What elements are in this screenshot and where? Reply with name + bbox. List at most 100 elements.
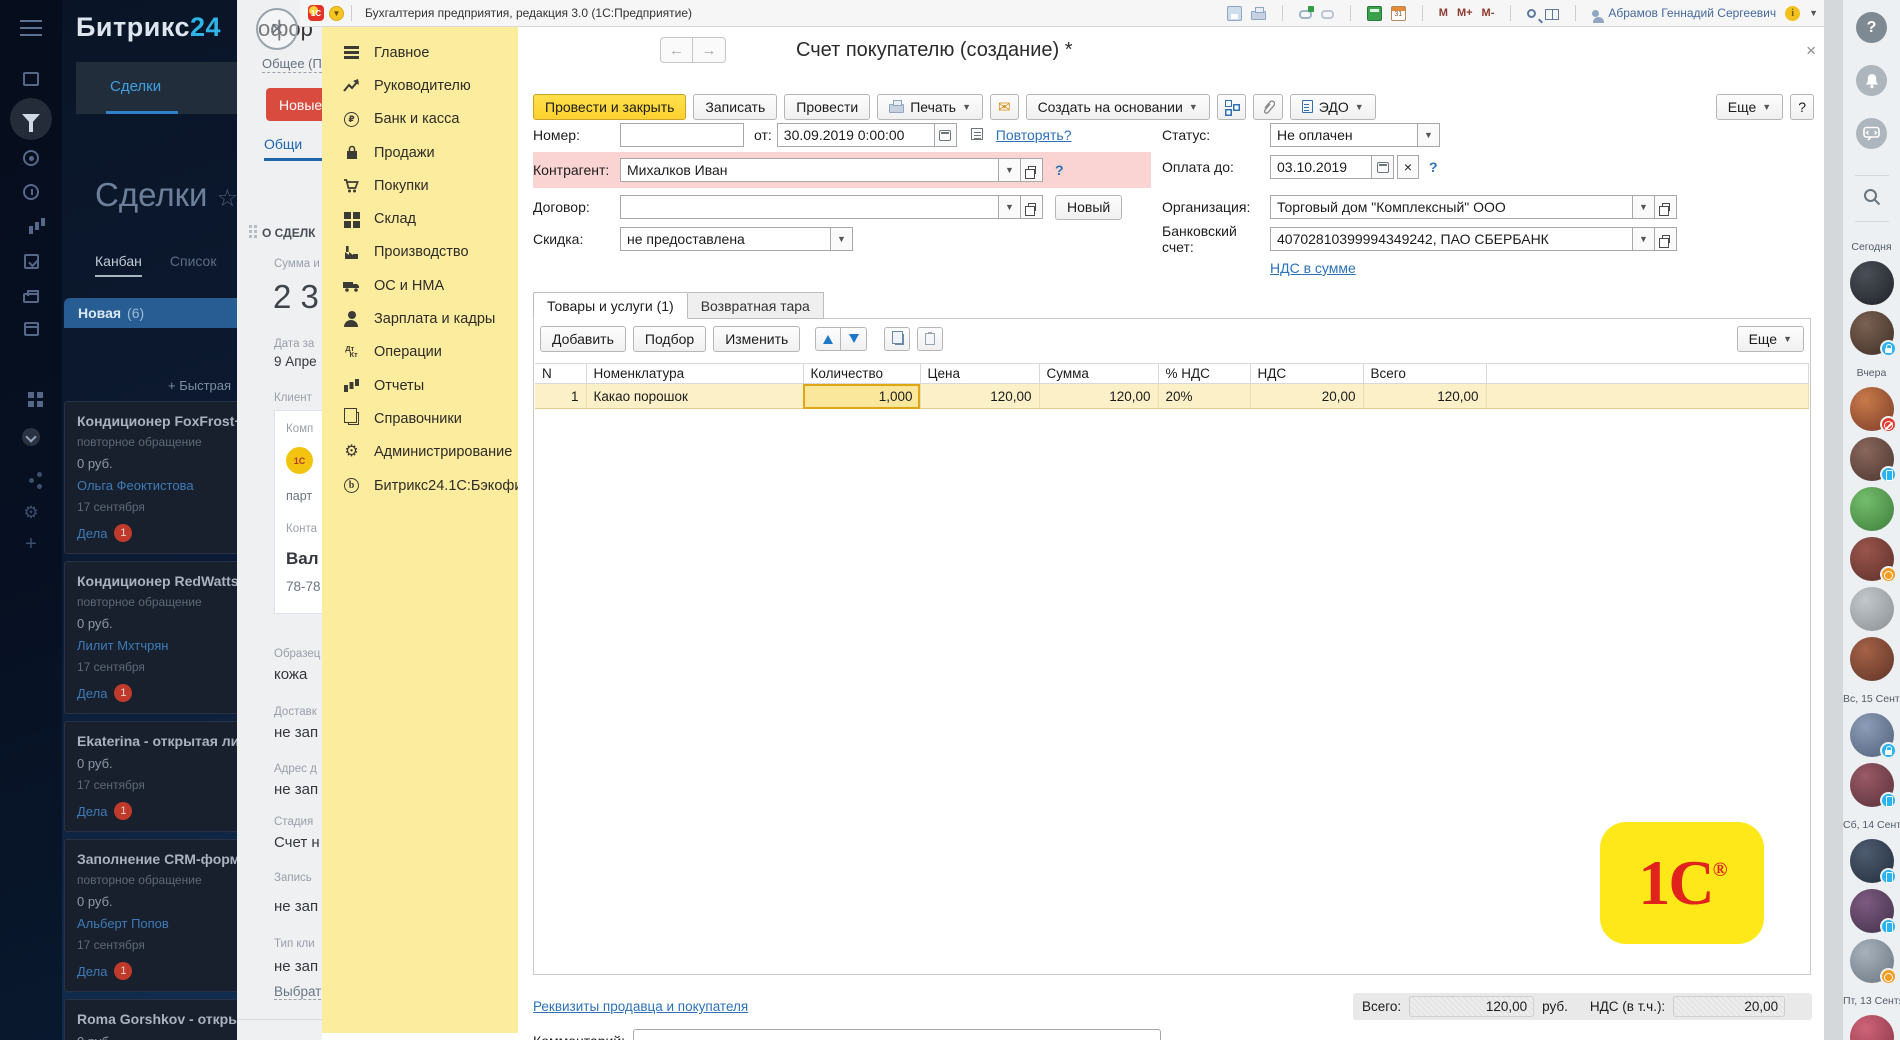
organization-open-button[interactable] — [1655, 195, 1677, 219]
menu-item-reports[interactable]: Отчеты — [322, 369, 518, 402]
contact-avatar[interactable] — [1850, 437, 1894, 481]
slideover-tab-general[interactable]: Общи — [264, 136, 302, 152]
menu-icon[interactable] — [20, 20, 42, 22]
edo-button[interactable]: ЭДО▼ — [1290, 94, 1376, 120]
memory-plus-button[interactable]: M+ — [1457, 7, 1473, 19]
target-icon[interactable] — [0, 150, 62, 166]
date-picker-button[interactable] — [935, 123, 957, 147]
menu-item-os-nma[interactable]: ОС и НМА — [322, 269, 518, 302]
repeat-link[interactable]: Повторять? — [996, 127, 1072, 143]
cell-quantity-selected[interactable]: 1,000 — [803, 384, 920, 409]
counterparty-help-link[interactable]: ? — [1055, 162, 1064, 178]
discount-select[interactable]: не предоставлена — [620, 227, 831, 251]
repeat-options-button[interactable] — [971, 127, 983, 143]
menu-item-production[interactable]: Производство — [322, 236, 518, 269]
automation-icon[interactable] — [0, 472, 62, 483]
calendar-icon[interactable] — [0, 322, 62, 336]
crm-funnel-icon[interactable] — [0, 98, 62, 140]
contact-avatar[interactable] — [1850, 311, 1894, 355]
cell-price[interactable]: 120,00 — [920, 384, 1039, 409]
attachments-button[interactable] — [1253, 94, 1283, 120]
contact-avatar[interactable] — [1850, 839, 1894, 883]
contact-avatar[interactable] — [1850, 1015, 1894, 1040]
col-n[interactable]: N — [535, 364, 586, 384]
menu-item-bitrix-backoffice[interactable]: bБитрикс24.1С:Бэкофис — [322, 469, 518, 502]
close-icon[interactable]: × — [1806, 41, 1816, 61]
search-icon[interactable] — [1861, 186, 1883, 213]
calendar-icon[interactable]: 31 — [1391, 6, 1406, 21]
table-row[interactable]: 1 Какао порошок 1,000 120,00 120,00 20% … — [535, 384, 1809, 409]
contact-avatar[interactable] — [1850, 889, 1894, 933]
contact-avatar[interactable] — [1850, 713, 1894, 757]
memory-button[interactable]: M — [1439, 7, 1448, 19]
add-icon[interactable]: + — [0, 534, 62, 554]
stats-icon[interactable] — [0, 218, 62, 234]
feed-icon[interactable] — [0, 72, 62, 86]
cell-vat[interactable]: 20,00 — [1250, 384, 1363, 409]
number-input[interactable] — [620, 123, 744, 147]
close-icon[interactable]: × — [256, 8, 298, 50]
contact-avatar[interactable] — [1850, 387, 1894, 431]
post-button[interactable]: Провести — [784, 94, 870, 120]
print-button[interactable]: Печать▼ — [877, 94, 983, 120]
seller-buyer-details-link[interactable]: Реквизиты продавца и покупателя — [533, 999, 748, 1014]
slideover-subtitle[interactable]: Общее (П — [262, 56, 322, 73]
drag-handle-icon[interactable] — [249, 225, 252, 228]
menu-item-warehouse[interactable]: Склад — [322, 202, 518, 235]
more-button[interactable]: Еще▼ — [1716, 94, 1783, 120]
tasks-icon[interactable] — [0, 254, 62, 269]
post-and-close-button[interactable]: Провести и закрыть — [533, 94, 686, 120]
help-button[interactable]: ? — [1790, 94, 1814, 120]
current-user[interactable]: Абрамов Геннадий Сергеевич — [1608, 6, 1776, 20]
contact-name[interactable]: Вал — [286, 549, 319, 569]
copy-button[interactable] — [884, 327, 910, 351]
more-icon[interactable] — [0, 428, 62, 446]
table-more-button[interactable]: Еще▼ — [1737, 326, 1804, 352]
cell-sum[interactable]: 120,00 — [1039, 384, 1158, 409]
col-nomenclature[interactable]: Номенклатура — [586, 364, 803, 384]
menu-item-sales[interactable]: Продажи — [322, 136, 518, 169]
counterparty-input[interactable]: Михалков Иван — [620, 158, 999, 182]
contact-avatar[interactable] — [1850, 261, 1894, 305]
bank-account-select[interactable]: 40702810399994349242, ПАО СБЕРБАНК — [1270, 227, 1633, 251]
pay-until-clear-button[interactable]: × — [1397, 155, 1419, 179]
help-button[interactable]: ? — [1856, 12, 1887, 43]
tab-deals[interactable]: Сделки — [110, 78, 161, 95]
counterparty-dropdown-button[interactable]: ▼ — [999, 158, 1021, 182]
calculator-icon[interactable] — [1367, 6, 1382, 21]
write-button[interactable]: Записать — [693, 94, 777, 120]
cell-vat-pct[interactable]: 20% — [1158, 384, 1250, 409]
pay-until-help-link[interactable]: ? — [1429, 159, 1438, 175]
zoom-icon[interactable] — [1527, 9, 1536, 18]
related-documents-button[interactable] — [1217, 94, 1246, 120]
bank-dropdown-button[interactable]: ▼ — [1633, 227, 1655, 251]
add-link-icon[interactable] — [1299, 10, 1312, 19]
menu-item-manager[interactable]: Руководителю — [322, 69, 518, 102]
new-contract-button[interactable]: Новый — [1055, 195, 1122, 220]
move-up-button[interactable] — [815, 327, 841, 351]
view-kanban[interactable]: Канбан — [95, 253, 142, 277]
col-total[interactable]: Всего — [1363, 364, 1486, 384]
notifications-bell-icon[interactable] — [1856, 65, 1887, 96]
settings-icon[interactable]: ⚙ — [0, 504, 62, 521]
chevron-down-icon[interactable]: ▼ — [1809, 8, 1818, 18]
cell-n[interactable]: 1 — [535, 384, 586, 409]
menu-item-main[interactable]: Главное — [322, 36, 518, 69]
forward-button[interactable]: → — [693, 37, 726, 63]
contract-dropdown-button[interactable]: ▼ — [999, 195, 1021, 219]
split-window-icon[interactable] — [1545, 9, 1559, 20]
tab-goods-services[interactable]: Товары и услуги (1) — [533, 292, 688, 319]
contact-avatar[interactable] — [1850, 537, 1894, 581]
organization-select[interactable]: Торговый дом "Комплексный" ООО — [1270, 195, 1633, 219]
bank-open-button[interactable] — [1655, 227, 1677, 251]
menu-item-administration[interactable]: ⚙Администрирование — [322, 436, 518, 469]
add-row-button[interactable]: Добавить — [540, 326, 626, 352]
print-icon[interactable] — [1251, 11, 1266, 20]
cell-total[interactable]: 120,00 — [1363, 384, 1486, 409]
contact-avatar[interactable] — [1850, 637, 1894, 681]
col-vat-pct[interactable]: % НДС — [1158, 364, 1250, 384]
save-icon[interactable] — [1227, 6, 1242, 21]
status-select[interactable]: Не оплачен — [1270, 123, 1418, 147]
col-vat[interactable]: НДС — [1250, 364, 1363, 384]
pick-button[interactable]: Подбор — [633, 326, 706, 352]
